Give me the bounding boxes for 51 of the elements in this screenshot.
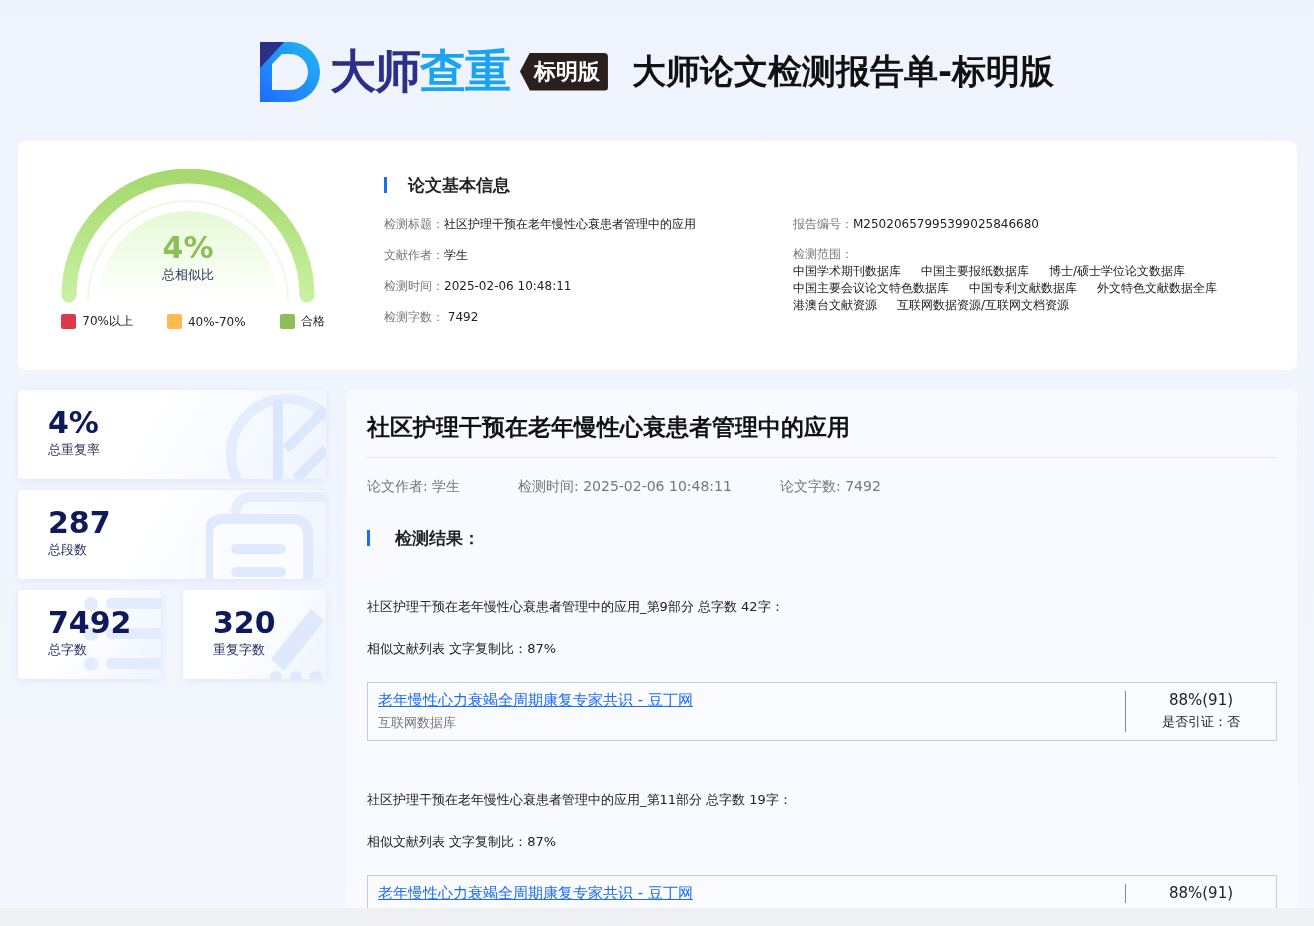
source-link[interactable]: 老年慢性心力衰竭全周期康复专家共识 - 豆丁网	[378, 884, 1125, 903]
database-name: 博士/硕士学位论文数据库	[1049, 263, 1186, 280]
database-name: 中国主要报纸数据库	[921, 263, 1029, 280]
legend-label: 40%-70%	[188, 314, 246, 329]
field-value: 2025-02-06 10:48:11	[444, 279, 572, 293]
report-title: 大师论文检测报告单-标明版	[631, 49, 1055, 93]
meta-text: 论文字数: 7492	[780, 478, 881, 496]
stat-value: 287	[48, 506, 112, 539]
field-label: 检测标题：	[384, 217, 444, 231]
citation-status: 是否引证：否	[1162, 713, 1240, 731]
field-label: 检测时间：	[384, 279, 444, 293]
edition-badge: 标明版	[519, 52, 608, 91]
field-label: 检测范围：	[793, 246, 854, 263]
segment-heading: 社区护理干预在老年慢性心衰患者管理中的应用_第9部分 总字数 42字：	[367, 598, 785, 616]
database-name: 外文特色文献数据全库	[1097, 280, 1217, 297]
field-value: M25020657995399025846680	[853, 217, 1039, 231]
logo-text: 大师查重	[329, 42, 510, 100]
stat-label: 重复字数	[213, 641, 266, 659]
field-label: 报告编号：	[793, 217, 853, 231]
meta-text: 论文作者: 学生	[367, 478, 462, 496]
copy-ratio-text: 相似文献列表 文字复制比：87%	[367, 640, 558, 658]
legend-label: 合格	[300, 313, 325, 330]
field-label: 文献作者：	[384, 248, 444, 262]
similarity-score: 88%(91)	[1168, 884, 1234, 902]
similarity-label: 总相似比	[162, 266, 214, 284]
field-value: 社区护理干预在老年慢性心衰患者管理中的应用	[444, 217, 696, 231]
database-name: 互联网数据库	[378, 714, 457, 732]
source-link[interactable]: 老年慢性心力衰竭全周期康复专家共识 - 豆丁网	[378, 691, 1125, 710]
paper-title: 社区护理干预在老年慢性心衰患者管理中的应用	[367, 412, 1277, 458]
database-name: 中国专利文献数据库	[969, 280, 1077, 297]
database-name: 互联网数据资源/互联网文档资源	[897, 297, 1070, 314]
field-value: 7492	[446, 310, 479, 324]
similarity-score: 88%(91)	[1168, 691, 1234, 709]
segment-heading: 社区护理干预在老年慢性心衰患者管理中的应用_第11部分 总字数 19字：	[367, 791, 793, 809]
stat-label: 总重复率	[48, 441, 101, 459]
section-heading: 检测结果：	[367, 530, 1277, 546]
stat-value: 7492	[48, 606, 133, 639]
stat-label: 总字数	[48, 641, 88, 659]
field-value: 学生	[444, 248, 468, 262]
database-name: 中国主要会议论文特色数据库	[793, 280, 949, 297]
meta-text: 检测时间: 2025-02-06 10:48:11	[518, 478, 733, 496]
similarity-value: 4%	[162, 231, 214, 264]
stat-value: 320	[213, 606, 277, 639]
stat-value: 4%	[48, 406, 100, 439]
field-label: 检测字数：	[384, 310, 444, 324]
database-name: 港澳台文献资源	[793, 297, 877, 314]
copy-ratio-text: 相似文献列表 文字复制比：87%	[367, 833, 558, 851]
stat-label: 总段数	[48, 541, 88, 559]
section-heading: 论文基本信息	[384, 177, 1297, 193]
database-name: 中国学术期刊数据库	[793, 263, 901, 280]
legend-label: 70%以上	[82, 313, 133, 330]
